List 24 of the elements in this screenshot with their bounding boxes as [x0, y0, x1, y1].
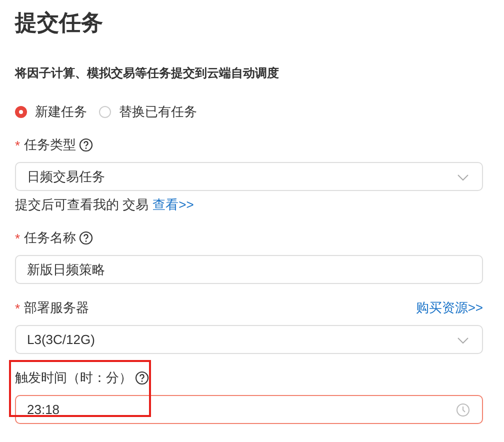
select-field[interactable]: L3(3C/12G): [15, 325, 483, 354]
required-mark: *: [15, 138, 20, 152]
field-label: 任务名称: [24, 229, 76, 247]
select-field[interactable]: 日频交易任务: [15, 162, 483, 191]
help-icon[interactable]: [79, 231, 94, 245]
radio-option[interactable]: 替换已有任务: [99, 103, 197, 121]
required-mark: *: [15, 230, 20, 246]
description: 将因子计算、模拟交易等任务提交到云端自动调度: [15, 65, 280, 81]
help-icon[interactable]: [79, 138, 94, 152]
view-link[interactable]: 查看>>: [152, 196, 194, 214]
radio-icon[interactable]: [99, 106, 111, 118]
required-mark: *: [15, 300, 20, 316]
help-icon[interactable]: [135, 371, 149, 385]
time-field[interactable]: 23:18: [15, 395, 483, 424]
hint-text: 提交后可查看我的 交易: [15, 196, 149, 214]
field-label: 触发时间（时：分）: [15, 369, 132, 387]
input-field[interactable]: 新版日频策略: [15, 255, 483, 284]
buy-link[interactable]: 购买资源>>: [416, 299, 483, 317]
field-label: 部署服务器: [24, 299, 90, 317]
radio-option[interactable]: 新建任务: [15, 103, 87, 121]
radio-icon[interactable]: [15, 106, 27, 118]
field-label: 任务类型: [24, 136, 76, 154]
clock-icon: [456, 402, 470, 416]
page-title: 提交任务: [15, 9, 104, 37]
